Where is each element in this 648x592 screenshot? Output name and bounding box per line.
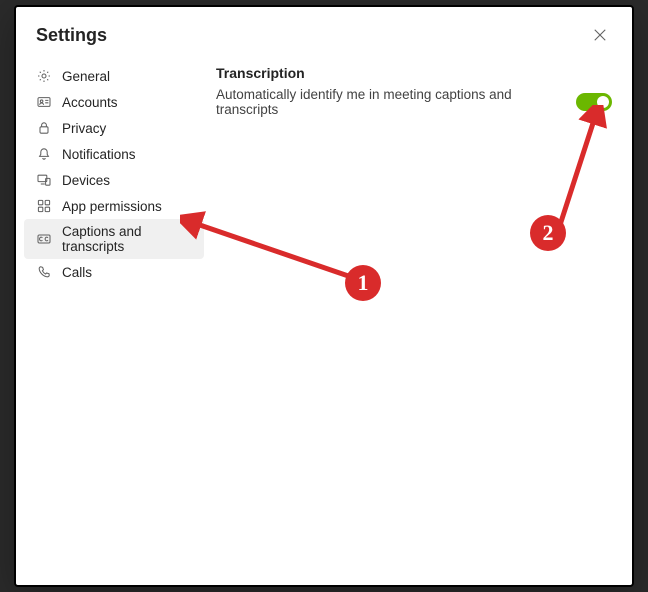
lock-icon [36,120,52,136]
section-title-transcription: Transcription [216,65,612,81]
sidebar-item-label: Captions and transcripts [62,224,192,254]
sidebar-item-label: Privacy [62,121,106,136]
sidebar-item-accounts[interactable]: Accounts [24,89,204,115]
settings-dialog: Settings General Accounts [14,5,634,587]
sidebar-item-general[interactable]: General [24,63,204,89]
sidebar-item-label: General [62,69,110,84]
settings-content: Transcription Automatically identify me … [216,63,612,565]
phone-icon [36,264,52,280]
close-button[interactable] [588,23,612,47]
sidebar-item-devices[interactable]: Devices [24,167,204,193]
sidebar-item-label: Notifications [62,147,136,162]
apps-icon [36,198,52,214]
gear-icon [36,68,52,84]
sidebar-item-label: Accounts [62,95,118,110]
bell-icon [36,146,52,162]
sidebar-item-label: App permissions [62,199,162,214]
dialog-title: Settings [36,25,107,46]
sidebar-item-app-permissions[interactable]: App permissions [24,193,204,219]
toggle-auto-identify[interactable] [576,93,612,111]
sidebar-item-privacy[interactable]: Privacy [24,115,204,141]
sidebar-item-notifications[interactable]: Notifications [24,141,204,167]
sidebar-item-label: Calls [62,265,92,280]
sidebar-item-calls[interactable]: Calls [24,259,204,285]
cc-icon [36,231,52,247]
setting-row-auto-identify: Automatically identify me in meeting cap… [216,87,612,117]
dialog-header: Settings [16,7,632,55]
sidebar-item-captions-transcripts[interactable]: Captions and transcripts [24,219,204,259]
dialog-body: General Accounts Privacy Notifications [16,55,632,585]
setting-description: Automatically identify me in meeting cap… [216,87,556,117]
accounts-icon [36,94,52,110]
close-icon [593,28,607,42]
settings-sidebar: General Accounts Privacy Notifications [24,63,204,565]
sidebar-item-label: Devices [62,173,110,188]
devices-icon [36,172,52,188]
